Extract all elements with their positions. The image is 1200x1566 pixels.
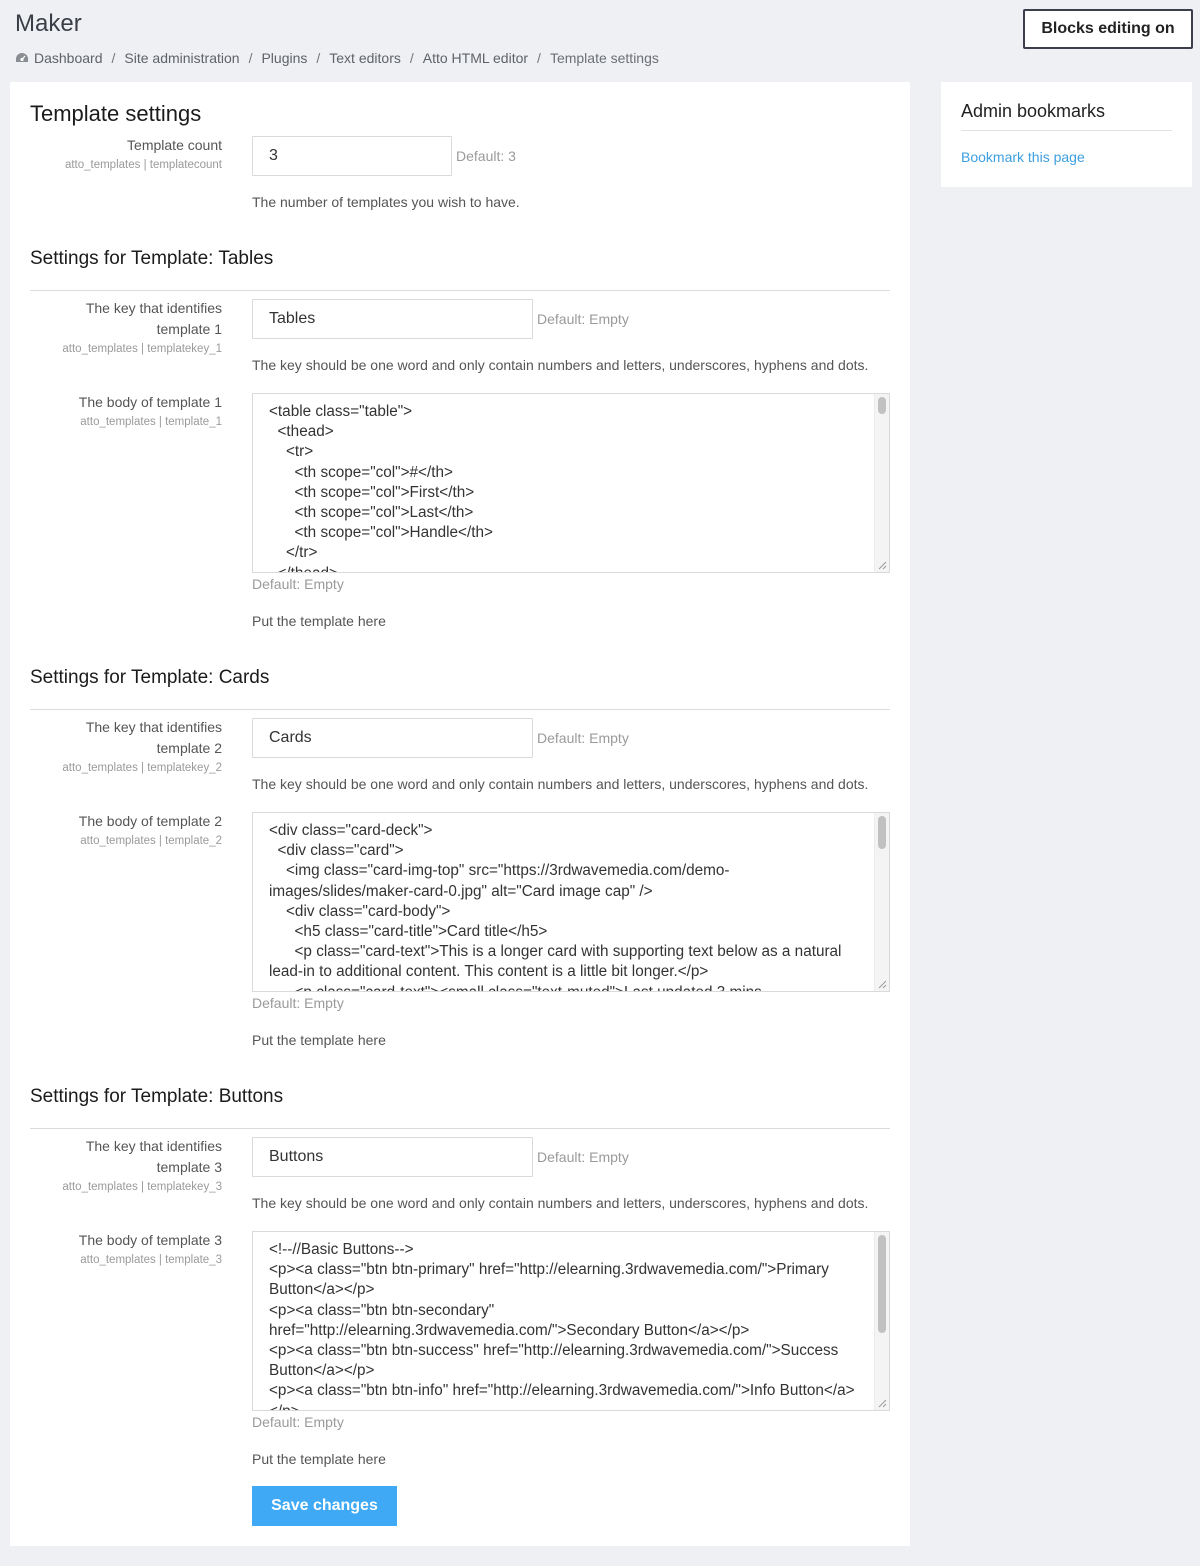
- template-body-1-label-block: The body of template 1 atto_templates | …: [30, 392, 222, 429]
- template-body-1-default: Default: Empty: [252, 576, 344, 592]
- scroll-thumb[interactable]: [878, 1235, 886, 1333]
- breadcrumb-text-editors[interactable]: Text editors: [329, 50, 401, 66]
- template-body-3-description: Put the template here: [252, 1451, 386, 1467]
- template-key-3-input[interactable]: [252, 1137, 533, 1177]
- template-body-3-label-block: The body of template 3 atto_templates | …: [30, 1230, 222, 1267]
- template-body-3-sublabel: atto_templates | template_3: [80, 1254, 222, 1266]
- template-body-2-description: Put the template here: [252, 1032, 386, 1048]
- template-key-1-description: The key should be one word and only cont…: [252, 357, 869, 373]
- template-key-1-label: The key that identifies template 1: [85, 300, 222, 337]
- template-key-3-label: The key that identifies template 3: [85, 1138, 222, 1175]
- breadcrumb-separator: /: [316, 50, 321, 66]
- section-divider: [30, 290, 890, 291]
- template-key-2-description: The key should be one word and only cont…: [252, 776, 869, 792]
- template-body-2-sublabel: atto_templates | template_2: [80, 835, 222, 847]
- template-body-2-label: The body of template 2: [78, 813, 222, 829]
- template-key-3-sublabel: atto_templates | templatekey_3: [62, 1181, 222, 1193]
- settings-form: Template settings Template count atto_te…: [10, 82, 910, 1546]
- site-title: Maker: [15, 10, 82, 37]
- template-body-1-textarea[interactable]: <table class="table"> <thead> <tr> <th s…: [252, 393, 890, 573]
- template-body-3-label: The body of template 3: [78, 1232, 222, 1248]
- template-key-2-default: Default: Empty: [537, 730, 629, 746]
- template-body-2-textarea[interactable]: <div class="card-deck"> <div class="card…: [252, 812, 890, 992]
- breadcrumb-plugins[interactable]: Plugins: [261, 50, 307, 66]
- section-heading-tables: Settings for Template: Tables: [30, 248, 274, 269]
- resize-handle-icon[interactable]: [878, 561, 887, 570]
- template-body-1-sublabel: atto_templates | template_1: [80, 416, 222, 428]
- template-body-2-label-block: The body of template 2 atto_templates | …: [30, 811, 222, 848]
- template-key-1-sublabel: atto_templates | templatekey_1: [62, 343, 222, 355]
- template-key-2-label-block: The key that identifies template 2 atto_…: [30, 717, 222, 775]
- template-body-2-scrollbar[interactable]: [874, 813, 889, 991]
- breadcrumb-site-administration[interactable]: Site administration: [124, 50, 239, 66]
- template-count-input[interactable]: [252, 136, 452, 176]
- template-body-3-textarea[interactable]: <!--//Basic Buttons--> <p><a class="btn …: [252, 1231, 890, 1411]
- admin-bookmarks-block: Admin bookmarks Bookmark this page: [941, 82, 1192, 187]
- template-body-1-description: Put the template here: [252, 613, 386, 629]
- section-heading-buttons: Settings for Template: Buttons: [30, 1086, 284, 1107]
- scroll-thumb[interactable]: [878, 816, 886, 849]
- section-heading-cards: Settings for Template: Cards: [30, 667, 270, 688]
- breadcrumb-template-settings: Template settings: [549, 50, 659, 66]
- scroll-thumb[interactable]: [878, 397, 886, 414]
- section-divider: [30, 1128, 890, 1129]
- breadcrumb-atto-html-editor[interactable]: Atto HTML editor: [423, 50, 528, 66]
- page-heading: Template settings: [30, 101, 202, 126]
- dashboard-icon: [16, 53, 28, 62]
- template-key-3-description: The key should be one word and only cont…: [252, 1195, 869, 1211]
- breadcrumb-separator: /: [111, 50, 116, 66]
- admin-bookmarks-title: Admin bookmarks: [961, 101, 1106, 121]
- template-count-description: The number of templates you wish to have…: [252, 194, 520, 210]
- save-changes-button[interactable]: Save changes: [252, 1486, 397, 1526]
- template-body-1-scrollbar[interactable]: [874, 394, 889, 572]
- template-count-label-block: Template count atto_templates | template…: [30, 135, 222, 172]
- blocks-editing-button[interactable]: Blocks editing on: [1023, 9, 1193, 49]
- template-body-1-content[interactable]: <table class="table"> <thead> <tr> <th s…: [253, 394, 873, 572]
- template-key-3-default: Default: Empty: [537, 1149, 629, 1165]
- template-body-2-default: Default: Empty: [252, 995, 344, 1011]
- section-divider: [30, 709, 890, 710]
- template-key-2-label: The key that identifies template 2: [85, 719, 222, 756]
- template-body-1-label: The body of template 1: [78, 394, 222, 410]
- admin-bookmarks-divider: [961, 130, 1172, 131]
- template-key-1-default: Default: Empty: [537, 311, 629, 327]
- template-key-1-input[interactable]: [252, 299, 533, 339]
- template-key-2-input[interactable]: [252, 718, 533, 758]
- template-count-default: Default: 3: [456, 148, 516, 164]
- template-body-2-content[interactable]: <div class="card-deck"> <div class="card…: [253, 813, 873, 991]
- breadcrumb-separator: /: [537, 50, 541, 66]
- template-count-label: Template count: [127, 137, 222, 153]
- breadcrumb: Dashboard / Site administration / Plugin…: [15, 50, 659, 66]
- resize-handle-icon[interactable]: [878, 1399, 887, 1408]
- template-body-3-default: Default: Empty: [252, 1414, 344, 1430]
- bookmark-this-page-link[interactable]: Bookmark this page: [961, 149, 1085, 165]
- template-body-3-content[interactable]: <!--//Basic Buttons--> <p><a class="btn …: [253, 1232, 873, 1410]
- resize-handle-icon[interactable]: [878, 980, 887, 989]
- template-body-3-scrollbar[interactable]: [874, 1232, 889, 1410]
- template-count-sublabel: atto_templates | templatecount: [64, 159, 222, 171]
- template-key-1-label-block: The key that identifies template 1 atto_…: [30, 298, 222, 356]
- breadcrumb-separator: /: [248, 50, 253, 66]
- breadcrumb-separator: /: [409, 50, 414, 66]
- template-key-3-label-block: The key that identifies template 3 atto_…: [30, 1136, 222, 1194]
- template-key-2-sublabel: atto_templates | templatekey_2: [62, 762, 222, 774]
- breadcrumb-dashboard[interactable]: Dashboard: [34, 50, 103, 66]
